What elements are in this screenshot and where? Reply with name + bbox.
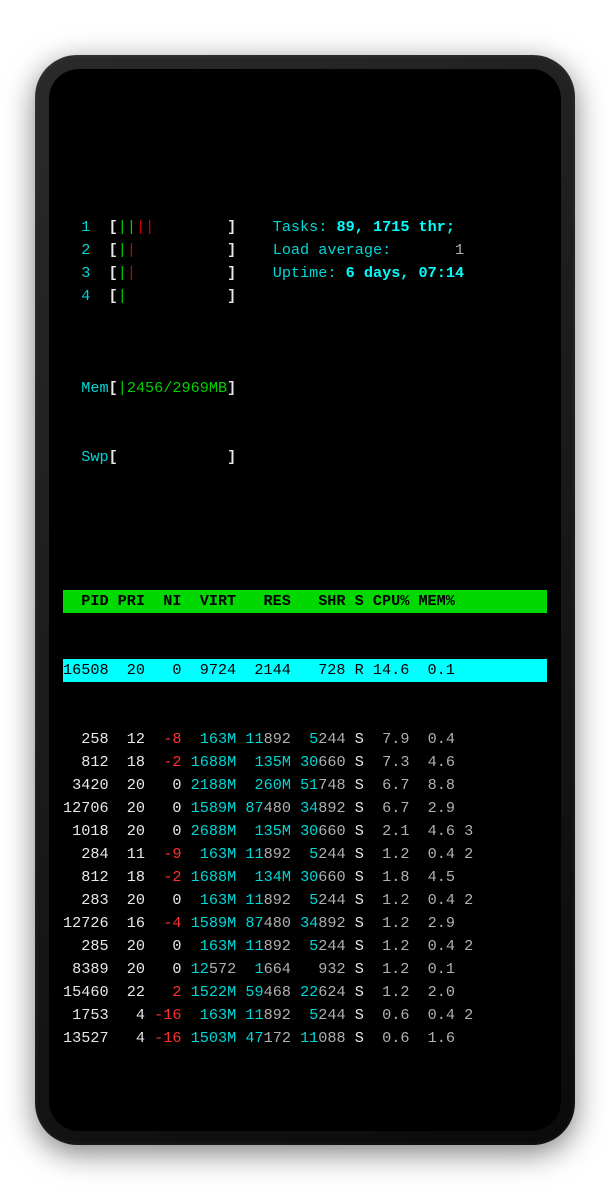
process-row[interactable]: 283 20 0 163M 11892 5244 S 1.2 0.4 2	[63, 889, 547, 912]
process-row[interactable]: 3420 20 0 2188M 260M 51748 S 6.7 8.8	[63, 774, 547, 797]
phone-frame: 1 [|||| ] 2 [|| ] 3 [|| ] 4 [| ] Tasks: …	[35, 55, 575, 1145]
cpu-meter-3: 3 [|| ]	[63, 262, 273, 285]
process-row[interactable]: 13527 4 -16 1503M 47172 11088 S 0.6 1.6	[63, 1027, 547, 1050]
cpu-meter-4: 4 [| ]	[63, 285, 273, 308]
cpu-meter-2: 2 [|| ]	[63, 239, 273, 262]
process-row[interactable]: 8389 20 0 12572 1664 932 S 1.2 0.1	[63, 958, 547, 981]
cpu-meter-1: 1 [|||| ]	[63, 216, 273, 239]
process-row[interactable]: 30074 20 0 1742M 158M 38844 S 0.6 5.3	[63, 1050, 547, 1053]
summary-block: 1 [|||| ] 2 [|| ] 3 [|| ] 4 [| ] Tasks: …	[63, 216, 547, 308]
process-list[interactable]: 258 12 -8 163M 11892 5244 S 7.9 0.4 812 …	[63, 728, 547, 1053]
selected-process-row[interactable]: 16508 20 0 9724 2144 728 R 14.6 0.1	[63, 659, 547, 682]
process-row[interactable]: 812 18 -2 1688M 134M 30660 S 1.8 4.5	[63, 866, 547, 889]
process-row[interactable]: 15460 22 2 1522M 59468 22624 S 1.2 2.0	[63, 981, 547, 1004]
process-row[interactable]: 12706 20 0 1589M 87480 34892 S 6.7 2.9	[63, 797, 547, 820]
process-row[interactable]: 284 11 -9 163M 11892 5244 S 1.2 0.4 2	[63, 843, 547, 866]
system-info: Tasks: 89, 1715 thr;Load average: 1Uptim…	[273, 216, 464, 308]
terminal-screen[interactable]: 1 [|||| ] 2 [|| ] 3 [|| ] 4 [| ] Tasks: …	[63, 147, 547, 1053]
phone-bezel: 1 [|||| ] 2 [|| ] 3 [|| ] 4 [| ] Tasks: …	[49, 69, 561, 1131]
process-row[interactable]: 1753 4 -16 163M 11892 5244 S 0.6 0.4 2	[63, 1004, 547, 1027]
process-row[interactable]: 812 18 -2 1688M 135M 30660 S 7.3 4.6	[63, 751, 547, 774]
memory-meter: Mem[|2456/2969MB]	[63, 377, 547, 400]
process-row[interactable]: 258 12 -8 163M 11892 5244 S 7.9 0.4	[63, 728, 547, 751]
process-row[interactable]: 285 20 0 163M 11892 5244 S 1.2 0.4 2	[63, 935, 547, 958]
process-header[interactable]: PID PRI NI VIRT RES SHR S CPU% MEM%	[63, 590, 547, 613]
swap-meter: Swp[ ]	[63, 446, 547, 469]
cpu-meters: 1 [|||| ] 2 [|| ] 3 [|| ] 4 [| ]	[63, 216, 273, 308]
process-row[interactable]: 1018 20 0 2688M 135M 30660 S 2.1 4.6 3	[63, 820, 547, 843]
process-row[interactable]: 12726 16 -4 1589M 87480 34892 S 1.2 2.9	[63, 912, 547, 935]
